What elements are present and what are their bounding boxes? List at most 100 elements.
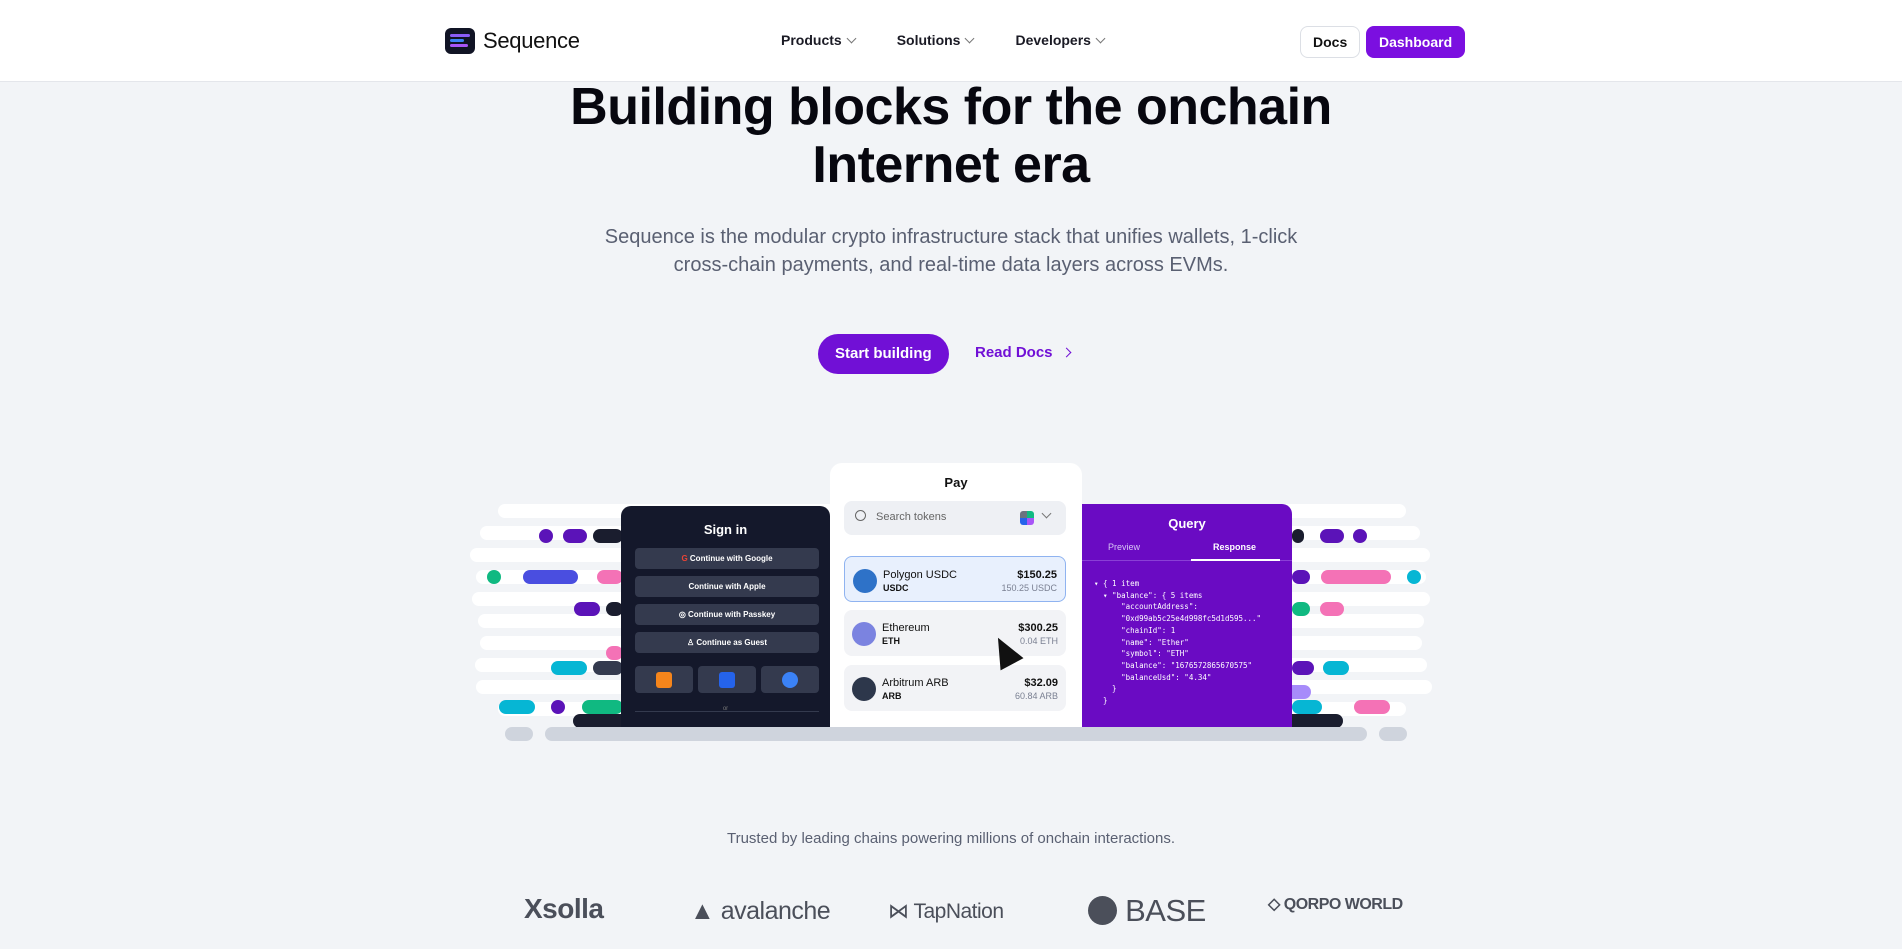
metamask-button[interactable] [635, 666, 693, 693]
chevron-down-icon[interactable] [1041, 508, 1052, 519]
token-name: Polygon USDC [883, 569, 957, 581]
continue-google-button[interactable]: G Continue with Google [635, 548, 819, 569]
deco-bar [523, 570, 578, 584]
user-icon: ♙ [686, 638, 695, 647]
signin-card: Sign in G Continue with Google Continue … [621, 506, 830, 727]
deco-bar [563, 529, 587, 543]
tapnation-logo-text: TapNation [913, 900, 1004, 923]
pay-card: Pay Search tokens Polygon USDC USDC $150… [830, 463, 1082, 727]
pay-title: Pay [944, 475, 968, 490]
query-title: Query [1168, 516, 1206, 531]
query-card: Query Preview Response ▾ { 1 item ▾ "bal… [1082, 504, 1292, 727]
avalanche-logo-text: avalanche [720, 897, 831, 925]
chevron-right-icon [1061, 347, 1071, 358]
json-response: ▾ { 1 item ▾ "balance": { 5 items "accou… [1094, 579, 1262, 706]
continue-apple-label: Continue with Apple [688, 582, 766, 591]
token-search-input[interactable]: Search tokens [844, 501, 1066, 535]
continue-passkey-label: Continue with Passkey [688, 610, 776, 619]
deco-bar [1321, 570, 1391, 584]
deco-dot [551, 700, 565, 714]
hero-subtitle-line1: Sequence is the modular crypto infrastru… [604, 226, 1298, 248]
deco-dot [1353, 529, 1367, 543]
tab-response[interactable]: Response [1213, 542, 1256, 552]
deco-dot [1407, 570, 1421, 584]
deco-dot [487, 570, 501, 584]
deco-bar [1379, 727, 1407, 741]
base-logo-text: BASE [1125, 893, 1206, 928]
continue-guest-button[interactable]: ♙ Continue as Guest [635, 632, 819, 653]
token-row[interactable]: Arbitrum ARB ARB $32.09 60.84 ARB [844, 665, 1066, 711]
token-symbol: USDC [883, 583, 909, 593]
start-building-button[interactable]: Start building [818, 334, 949, 374]
nav-products-label: Products [781, 32, 842, 48]
hero-title: Building blocks for the onchain Internet… [0, 78, 1902, 194]
walletconnect-icon [782, 672, 798, 688]
ethereum-icon [852, 622, 876, 646]
nav-products[interactable]: Products [781, 32, 857, 48]
tab-preview[interactable]: Preview [1108, 542, 1140, 552]
deco-bar [582, 700, 623, 714]
usdc-icon [853, 569, 877, 593]
docs-button[interactable]: Docs [1300, 26, 1361, 58]
deco-bar [1323, 661, 1349, 675]
network-filter-icon[interactable] [1020, 511, 1034, 525]
deco-bar [505, 727, 533, 741]
passkey-icon: ◎ [678, 610, 686, 619]
deco-bar [551, 661, 587, 675]
search-icon [855, 510, 866, 521]
dashboard-button[interactable]: Dashboard [1366, 26, 1466, 58]
deco-bar [1292, 700, 1322, 714]
xsolla-logo: Xsolla [524, 893, 604, 924]
search-placeholder: Search tokens [876, 511, 947, 523]
continue-passkey-button[interactable]: ◎ Continue with Passkey [635, 604, 819, 625]
or-divider: or [722, 706, 729, 712]
token-balance: 60.84 ARB [1014, 691, 1058, 701]
nav-solutions[interactable]: Solutions [896, 32, 975, 48]
avalanche-logo: ▲ avalanche [690, 897, 831, 925]
token-symbol: ARB [882, 691, 902, 701]
continue-apple-button[interactable]: Continue with Apple [635, 576, 819, 597]
token-name: Ethereum [882, 622, 930, 634]
coinbase-wallet-button[interactable] [698, 666, 756, 693]
qorpo-logo: ◇ QORPO WORLD [1268, 896, 1403, 913]
read-docs-label: Read Docs [975, 344, 1053, 361]
chevron-down-icon [965, 33, 975, 43]
token-row[interactable]: Ethereum ETH $300.25 0.04 ETH [844, 610, 1066, 656]
continue-google-label: Continue with Google [689, 554, 773, 563]
token-row[interactable]: Polygon USDC USDC $150.25 150.25 USDC [844, 556, 1066, 602]
main-menu: Products Solutions Developers [781, 32, 1146, 48]
token-value: $300.25 [1018, 622, 1058, 634]
token-value: $32.09 [1024, 677, 1058, 689]
metamask-icon [656, 672, 672, 688]
token-symbol: ETH [882, 636, 900, 646]
chevron-down-icon [1095, 33, 1106, 43]
qorpo-logo-text: QORPO WORLD [1283, 896, 1403, 913]
sequence-logo-icon [445, 28, 475, 54]
chevron-down-icon [846, 33, 857, 43]
deco-bar [597, 570, 623, 584]
deco-bar [1292, 602, 1310, 616]
hero-title-line1: Building blocks for the onchain [570, 78, 1332, 136]
deco-dot [539, 529, 553, 543]
tapnation-logo: ⋈ TapNation [888, 900, 1004, 923]
nav-solutions-label: Solutions [896, 32, 961, 48]
base-icon [1088, 896, 1117, 925]
arbitrum-icon [852, 677, 876, 701]
deco-bar [1354, 700, 1390, 714]
deco-bar [1292, 570, 1310, 584]
deco-bar [574, 602, 600, 616]
walletconnect-button[interactable] [761, 666, 819, 693]
trust-text: Trusted by leading chains powering milli… [726, 830, 1176, 847]
token-balance: 0.04 ETH [1019, 636, 1058, 646]
brand-logo[interactable]: Sequence [445, 28, 580, 54]
continue-guest-label: Continue as Guest [696, 638, 768, 647]
signin-title: Sign in [703, 522, 748, 537]
deco-bar [593, 529, 623, 543]
nav-developers[interactable]: Developers [1015, 32, 1106, 48]
deco-bar [1292, 529, 1304, 543]
read-docs-link[interactable]: Read Docs [975, 344, 1071, 361]
deco-bar [593, 661, 623, 675]
brand-name: Sequence [483, 28, 580, 53]
deco-bar [545, 727, 1367, 741]
deco-bar [1320, 529, 1344, 543]
